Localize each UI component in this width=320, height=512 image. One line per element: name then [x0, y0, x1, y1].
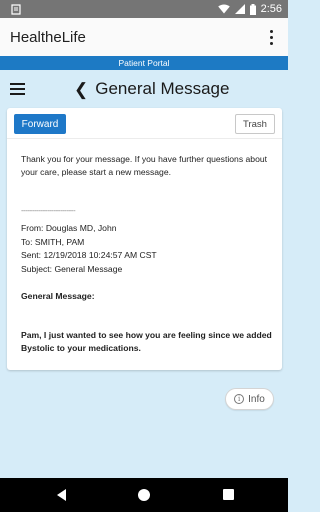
chevron-left-icon[interactable]: ❮	[74, 81, 88, 98]
message-body-label: General Message:	[21, 291, 95, 301]
message-intro: Thank you for your message. If you have …	[21, 154, 268, 177]
forward-button[interactable]: Forward	[14, 114, 66, 134]
info-icon: i	[234, 394, 245, 404]
nav-home-icon[interactable]	[138, 489, 150, 501]
message-subject: Subject: General Message	[21, 263, 123, 274]
info-button[interactable]: i Info	[225, 388, 274, 410]
app-title: HealtheLife	[10, 28, 86, 46]
signal-icon	[234, 4, 245, 14]
nav-back-icon[interactable]	[57, 489, 66, 501]
page-title: General Message	[95, 79, 230, 98]
nav-recent-apps-icon[interactable]	[223, 489, 234, 500]
message-from: From: Douglas MD, John	[21, 223, 117, 233]
battery-icon	[249, 3, 256, 15]
message-body: Pam, I just wanted to see how you are fe…	[21, 330, 272, 353]
message-card: Forward Trash Thank you for your message…	[7, 108, 282, 370]
back-nav[interactable]: ❮ General Message	[74, 72, 229, 106]
portal-banner: Patient Portal	[0, 56, 288, 70]
message-sent: Sent: 12/19/2018 10:24:57 AM CST	[21, 250, 157, 260]
message-actions: Forward Trash	[7, 108, 282, 139]
hamburger-menu-icon[interactable]	[10, 83, 25, 95]
message-meta: From: Douglas MD, John To: SMITH, PAM Se…	[21, 222, 273, 276]
status-time: 2:56	[260, 3, 282, 15]
wifi-icon	[217, 4, 230, 14]
message-divider: -------------------------	[21, 206, 76, 215]
message-to: To: SMITH, PAM	[21, 236, 85, 247]
app-bar: HealtheLife	[0, 18, 288, 56]
trash-button[interactable]: Trash	[235, 114, 275, 134]
page-header: ❮ General Message	[0, 72, 288, 106]
system-nav-bar	[0, 478, 288, 512]
notification-icon	[11, 3, 21, 15]
overflow-menu-icon[interactable]	[264, 25, 278, 49]
status-bar: 2:56	[0, 0, 288, 18]
info-label: Info	[248, 393, 265, 405]
